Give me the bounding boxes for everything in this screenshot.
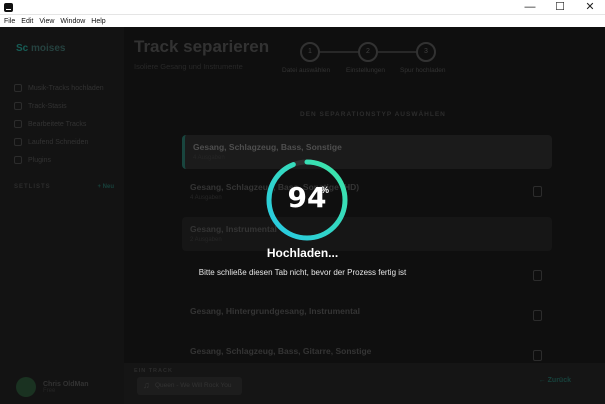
- percent-sign: %: [321, 185, 330, 195]
- progress-ring: 94 %: [264, 157, 350, 243]
- minimize-button[interactable]: —: [515, 0, 545, 15]
- menu-view[interactable]: View: [39, 18, 54, 25]
- menu-help[interactable]: Help: [91, 18, 105, 25]
- maximize-button[interactable]: ☐: [545, 0, 575, 15]
- window-titlebar: — ☐ ✕: [0, 0, 605, 15]
- upload-status: Hochladen...: [266, 246, 339, 260]
- upload-note: Bitte schließe diesen Tab nicht, bevor d…: [198, 268, 407, 277]
- menu-window[interactable]: Window: [60, 18, 85, 25]
- close-button[interactable]: ✕: [575, 0, 605, 15]
- app-icon: [4, 3, 13, 12]
- menu-edit[interactable]: Edit: [21, 18, 33, 25]
- upload-overlay: 94 % Hochladen... Bitte schließe diesen …: [0, 27, 605, 404]
- menu-bar: File Edit View Window Help: [0, 15, 605, 27]
- menu-file[interactable]: File: [4, 18, 15, 25]
- app-content: Sc moises Musik-Tracks hochladen Track-S…: [0, 27, 605, 404]
- progress-percent: 94: [287, 181, 327, 214]
